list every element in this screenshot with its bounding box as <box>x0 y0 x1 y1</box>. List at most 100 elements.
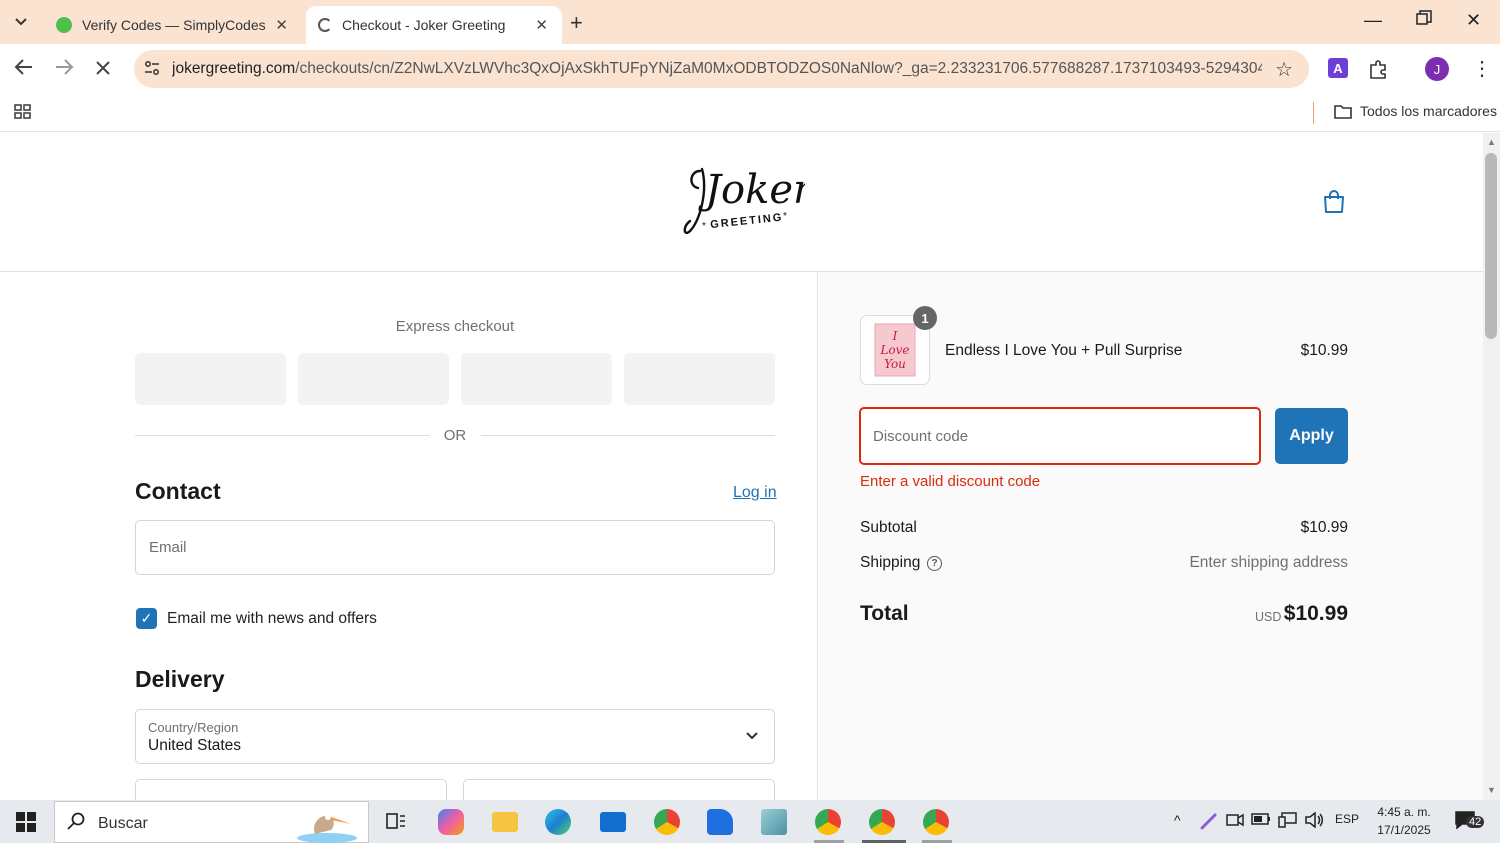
profile-avatar[interactable]: J <box>1425 57 1449 81</box>
discount-placeholder: Discount code <box>873 428 969 445</box>
express-button-3[interactable] <box>461 353 612 405</box>
tab-search-button[interactable] <box>6 8 36 36</box>
order-summary: I Love You 1 Endless I Love You + Pull S… <box>819 272 1483 800</box>
language-indicator[interactable]: ESP <box>1335 812 1359 826</box>
taskbar-search[interactable]: Buscar <box>54 801 369 843</box>
tab-simplycodes[interactable]: Verify Codes — SimplyCodes ✕ <box>44 6 302 44</box>
product-name: Endless I Love You + Pull Surprise <box>945 342 1183 359</box>
edge-icon[interactable] <box>540 806 576 838</box>
url-text: jokergreeting.com/checkouts/cn/Z2NwLXVzL… <box>172 60 1262 78</box>
country-select[interactable]: Country/Region United States <box>135 709 775 764</box>
address-bar[interactable]: jokergreeting.com/checkouts/cn/Z2NwLXVzL… <box>134 50 1309 88</box>
country-value: United States <box>148 737 242 754</box>
checkout-form: Express checkout OR Contact Log in Email… <box>0 272 818 800</box>
stop-loading-button[interactable] <box>94 57 112 83</box>
forward-button[interactable] <box>54 57 74 83</box>
show-hidden-icons-icon[interactable]: ^ <box>1174 812 1181 828</box>
apply-button[interactable]: Apply <box>1275 408 1348 464</box>
search-label: Buscar <box>98 815 148 832</box>
site-info-icon[interactable] <box>144 60 160 80</box>
mail-icon[interactable] <box>595 806 631 838</box>
notification-count: 42 <box>1466 816 1485 828</box>
express-button-2[interactable] <box>298 353 449 405</box>
chrome-profile-a-icon[interactable] <box>810 806 846 838</box>
clock[interactable]: 4:45 a. m. 17/1/2025 <box>1372 803 1436 839</box>
bookmarks-bar: Todos los marcadores <box>0 96 1500 132</box>
marketing-checkbox[interactable]: ✓ <box>136 608 157 629</box>
file-explorer-icon[interactable] <box>487 806 523 838</box>
tab-title: Checkout - Joker Greeting <box>342 17 506 33</box>
close-tab-icon[interactable]: ✕ <box>535 16 548 34</box>
divider <box>481 435 775 436</box>
menu-kebab-icon[interactable]: ⋮ <box>1472 56 1492 81</box>
app-icon[interactable] <box>702 806 738 838</box>
chevron-down-icon <box>746 732 758 740</box>
app-icon[interactable] <box>756 806 792 838</box>
all-bookmarks-button[interactable]: Todos los marcadores <box>1334 103 1497 119</box>
url-host: jokergreeting.com <box>172 60 296 77</box>
puzzle-icon <box>1370 60 1386 79</box>
page-scrollbar[interactable]: ▲ ▼ <box>1483 133 1500 800</box>
tab-checkout[interactable]: Checkout - Joker Greeting ✕ <box>306 6 562 44</box>
express-button-4[interactable] <box>624 353 775 405</box>
url-path: /checkouts/cn/Z2NwLXVzLWVhc3QxOjAxSkhTUF… <box>295 60 1262 77</box>
total-value: $10.99 <box>1283 602 1348 625</box>
tab-strip: Verify Codes — SimplyCodes ✕ Checkout - … <box>0 0 1500 44</box>
email-placeholder: Email <box>149 539 187 556</box>
svg-text:*: * <box>702 221 706 232</box>
discount-code-input[interactable]: Discount code <box>859 407 1261 465</box>
chevron-down-icon <box>15 18 27 26</box>
shipping-value: Enter shipping address <box>1189 554 1348 571</box>
marketing-label: Email me with news and offers <box>167 610 377 627</box>
joker-greeting-logo[interactable]: Joker GREETING * * <box>680 161 815 241</box>
bookmark-star-icon[interactable]: ☆ <box>1275 57 1293 82</box>
copilot-icon[interactable] <box>433 806 469 838</box>
contact-heading: Contact <box>135 478 221 504</box>
new-tab-button[interactable]: + <box>570 10 583 36</box>
extension-a-button[interactable]: A <box>1328 58 1348 78</box>
email-field[interactable]: Email <box>135 520 775 575</box>
back-button[interactable] <box>14 57 34 83</box>
apps-grid-icon[interactable] <box>14 104 32 125</box>
close-tab-icon[interactable]: ✕ <box>275 16 288 34</box>
chrome-profile-icon[interactable] <box>649 806 685 838</box>
arrow-left-icon <box>14 59 32 75</box>
volume-icon[interactable] <box>1304 811 1324 831</box>
close-window-button[interactable]: ✕ <box>1466 10 1481 31</box>
login-link[interactable]: Log in <box>733 484 777 502</box>
scrollbar-thumb[interactable] <box>1485 153 1497 339</box>
task-view-icon[interactable] <box>378 806 414 838</box>
tab-title: Verify Codes — SimplyCodes <box>82 17 266 33</box>
scroll-down-icon[interactable]: ▼ <box>1487 785 1496 795</box>
pen-icon[interactable] <box>1200 812 1218 833</box>
svg-text:Love: Love <box>879 343 909 357</box>
network-icon[interactable] <box>1278 812 1298 831</box>
total-currency: USD <box>1255 610 1282 624</box>
battery-icon[interactable] <box>1251 812 1271 829</box>
first-name-field[interactable] <box>135 779 447 800</box>
chrome-icon[interactable] <box>918 806 954 838</box>
notifications-button[interactable]: 42 <box>1454 810 1486 834</box>
svg-text:I: I <box>892 329 898 343</box>
help-icon[interactable]: ? <box>927 556 942 571</box>
scroll-up-icon[interactable]: ▲ <box>1487 137 1496 147</box>
arrow-right-icon <box>56 59 74 75</box>
last-name-field[interactable] <box>463 779 775 800</box>
bookmarks-divider <box>1313 102 1314 124</box>
cart-icon[interactable] <box>1322 189 1346 220</box>
extensions-button[interactable] <box>1368 58 1390 85</box>
chrome-profile-j-icon[interactable] <box>864 806 900 838</box>
or-separator: OR <box>443 427 467 444</box>
windows-start-icon[interactable] <box>16 812 36 832</box>
meet-icon[interactable] <box>1226 812 1244 831</box>
windows-taskbar: Buscar ^ ESP 4:45 a. m. 17/1/2025 42 <box>0 800 1500 843</box>
logo-script-text: Joker <box>698 167 805 213</box>
restore-button[interactable] <box>1416 10 1432 31</box>
folder-icon <box>1334 104 1352 119</box>
subtotal-value: $10.99 <box>1300 519 1348 536</box>
simplycodes-favicon-icon <box>56 17 72 33</box>
svg-text:You: You <box>884 357 906 371</box>
extension-a-icon: A <box>1328 58 1348 78</box>
minimize-button[interactable]: — <box>1364 10 1382 31</box>
express-button-1[interactable] <box>135 353 286 405</box>
